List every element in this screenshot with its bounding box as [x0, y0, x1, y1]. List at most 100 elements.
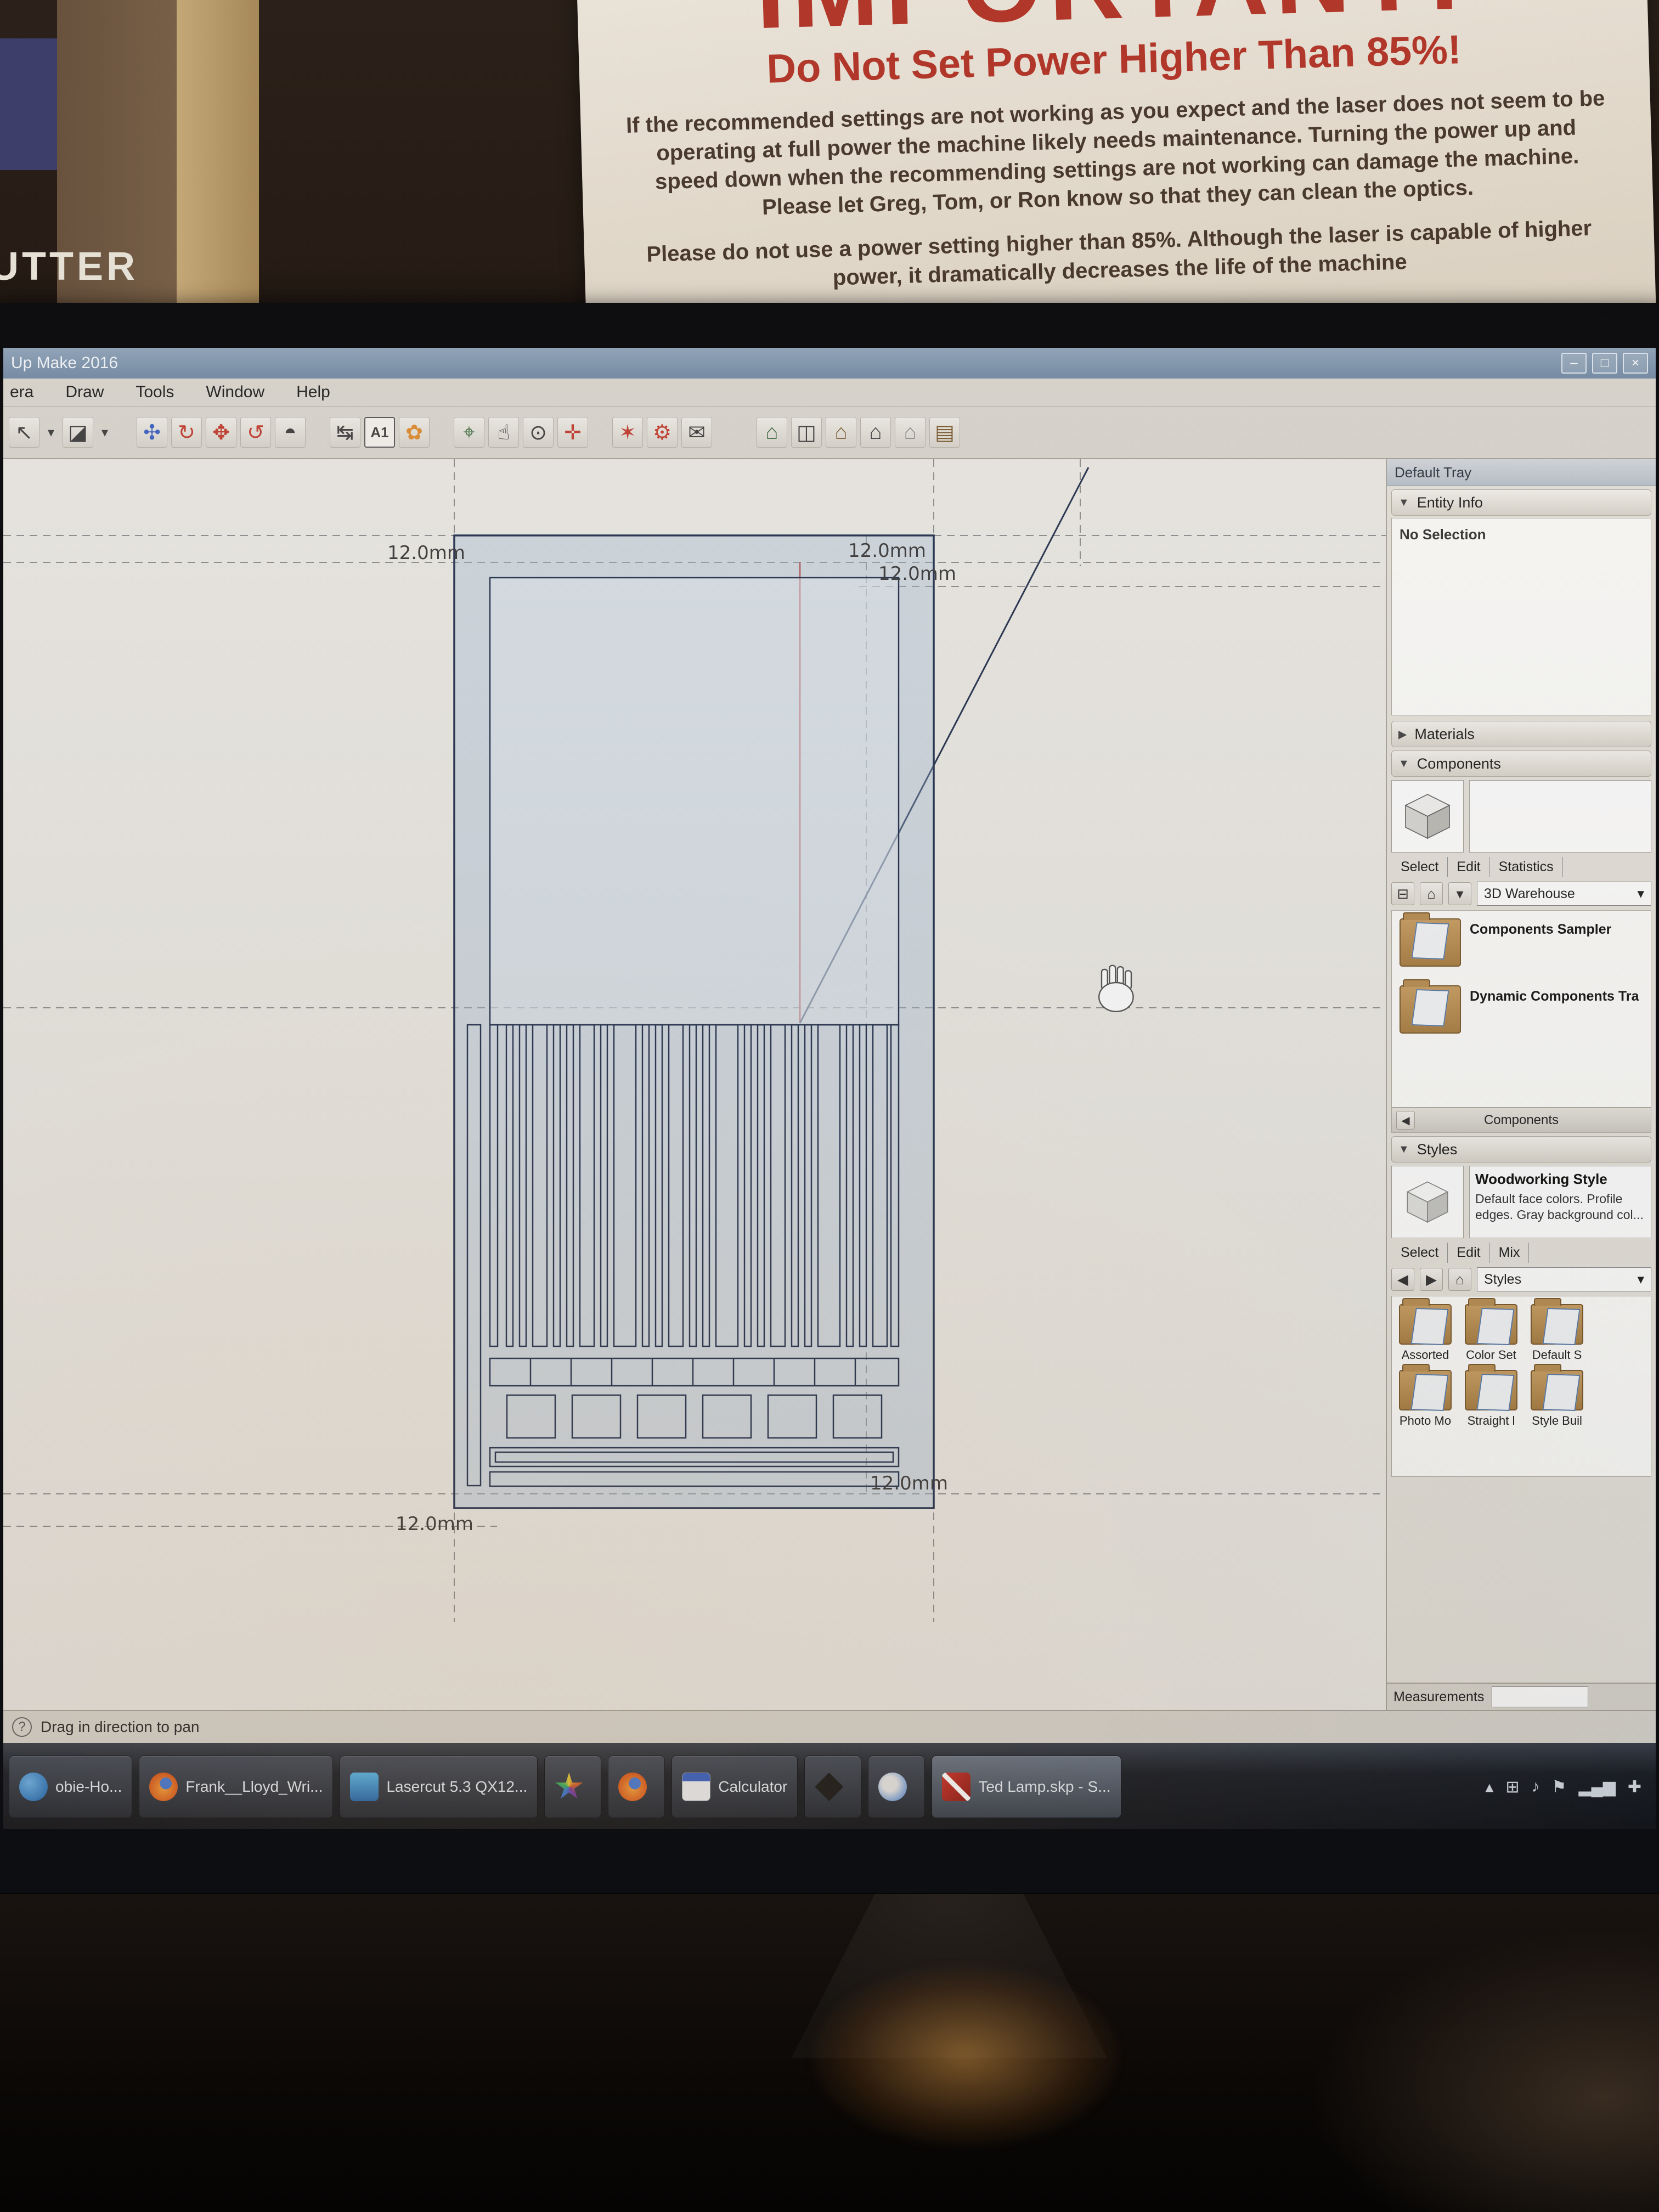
taskbar-button-star-app[interactable] [544, 1756, 601, 1818]
dimension-label[interactable]: 12.0mm [878, 563, 956, 585]
zoom-extents-icon[interactable]: ✛ [557, 417, 588, 448]
forward-arrow-icon[interactable]: ▶ [1420, 1268, 1443, 1291]
gears-icon[interactable]: ⚙ [647, 417, 678, 448]
collection-value: 3D Warehouse [1484, 886, 1575, 902]
tab-edit[interactable]: Edit [1448, 857, 1489, 877]
minimize-button[interactable]: – [1561, 353, 1587, 374]
taskbar-button-inkscape[interactable] [804, 1756, 861, 1818]
style-thumb[interactable]: Style Buil [1528, 1370, 1586, 1428]
tape-measure-icon[interactable]: ↹ [330, 417, 360, 448]
paint-fill-icon[interactable]: ◪ [63, 417, 93, 448]
pushpull-tool-icon[interactable]: ◓ [275, 417, 306, 448]
menu-tools[interactable]: Tools [136, 383, 174, 402]
style-thumb[interactable]: Color Set [1462, 1304, 1520, 1362]
style-thumb[interactable]: Photo Mo [1396, 1370, 1454, 1428]
select-tool-icon[interactable]: ↖ [9, 417, 40, 448]
house-outline-icon[interactable]: ⌂ [895, 417, 926, 448]
home-icon[interactable]: ⌂ [826, 417, 856, 448]
camera-star-icon[interactable]: ✶ [612, 417, 643, 448]
section-entity-info[interactable]: ▼ Entity Info [1391, 489, 1651, 516]
tab-edit[interactable]: Edit [1448, 1243, 1489, 1263]
tab-select[interactable]: Select [1391, 857, 1448, 877]
taskbar-button-sketchup[interactable]: Ted Lamp.skp - S... [932, 1756, 1121, 1818]
text-tool-icon[interactable]: A1 [364, 417, 395, 448]
flag-icon[interactable]: ⚑ [1552, 1778, 1567, 1797]
back-arrow-icon[interactable]: ◀ [1396, 1111, 1415, 1130]
move-tool-icon[interactable]: ✥ [206, 417, 236, 448]
section-components[interactable]: ▼ Components [1391, 751, 1651, 777]
back-arrow-icon[interactable]: ◀ [1391, 1268, 1414, 1291]
lamp-panel-design[interactable] [454, 535, 934, 1508]
dimension-label[interactable]: 12.0mm [870, 1472, 948, 1494]
zoom-tool-icon[interactable]: ⊙ [523, 417, 554, 448]
menu-draw[interactable]: Draw [65, 383, 104, 402]
component-box-icon[interactable]: ◫ [791, 417, 822, 448]
taskbar-button-lasercut[interactable]: Lasercut 5.3 QX12... [340, 1756, 538, 1818]
styles-collection-dropdown[interactable]: Styles ▾ [1477, 1267, 1651, 1291]
tab-mix[interactable]: Mix [1490, 1243, 1530, 1263]
paint-caret-icon[interactable]: ▾ [97, 417, 112, 448]
entity-info-body: No Selection [1391, 518, 1651, 715]
list-item[interactable]: Components Sampler [1400, 918, 1643, 967]
list-item[interactable]: Dynamic Components Tra [1400, 985, 1643, 1034]
toolbox-icon[interactable]: ▤ [929, 417, 960, 448]
taskbar-button-paint-app[interactable] [868, 1756, 925, 1818]
volume-icon[interactable]: ♪ [1532, 1778, 1540, 1796]
dimension-label[interactable]: 12.0mm [848, 540, 926, 562]
window-titlebar[interactable]: Up Make 2016 – □ × [3, 348, 1656, 379]
pan-tool-icon[interactable]: ☝ [488, 417, 519, 448]
taskbar-button-label: Lasercut 5.3 QX12... [386, 1778, 527, 1796]
style-description: Default face colors. Profile edges. Gray… [1475, 1191, 1645, 1223]
menu-window[interactable]: Window [206, 383, 264, 402]
tab-statistics[interactable]: Statistics [1490, 857, 1563, 877]
section-styles[interactable]: ▼ Styles [1391, 1136, 1651, 1163]
followme-tool-icon[interactable]: ✣ [137, 417, 167, 448]
components-footer[interactable]: ◀ Components [1391, 1108, 1651, 1133]
calculator-icon [682, 1773, 710, 1801]
components-collection-dropdown[interactable]: 3D Warehouse ▾ [1477, 882, 1651, 906]
taskbar-button-firefox-frank[interactable]: Frank__Lloyd_Wri... [139, 1756, 333, 1818]
orbit-tool-icon[interactable]: ↺ [240, 417, 271, 448]
in-model-home-icon[interactable]: ⌂ [1420, 882, 1443, 905]
taskbar-button-firefox[interactable] [608, 1756, 665, 1818]
menu-camera[interactable]: era [10, 383, 33, 402]
dimension-label[interactable]: 12.0mm [396, 1513, 473, 1535]
details-view-icon[interactable]: ⊟ [1391, 882, 1414, 905]
rotate-tool-icon[interactable]: ↻ [171, 417, 202, 448]
upload-model-icon[interactable]: ⌂ [860, 417, 891, 448]
in-model-home-icon[interactable]: ⌂ [1448, 1268, 1471, 1291]
style-thumb[interactable]: Straight l [1462, 1370, 1520, 1428]
modeling-canvas[interactable]: 12.0mm 12.0mm 12.0mm 12.0mm 12.0mm [3, 459, 1386, 1710]
maximize-button[interactable]: □ [1592, 353, 1617, 374]
menu-help[interactable]: Help [296, 383, 330, 402]
drawing-canvas[interactable]: 12.0mm 12.0mm 12.0mm 12.0mm 12.0mm [3, 459, 1386, 1710]
action-center-icon[interactable]: ✚ [1628, 1778, 1641, 1797]
default-tray-panel: Default Tray ▼ Entity Info No Selection … [1386, 459, 1656, 1710]
hidden-icons-icon[interactable]: ▴ [1485, 1778, 1493, 1797]
help-icon[interactable]: ? [12, 1717, 32, 1737]
get-models-icon[interactable]: ⌂ [757, 417, 787, 448]
paint-bucket-icon[interactable]: ✿ [399, 417, 430, 448]
style-thumb[interactable]: Assorted [1396, 1304, 1454, 1362]
section-materials[interactable]: ▶ Materials [1391, 721, 1651, 747]
style-preview[interactable] [1391, 1166, 1464, 1238]
desk-area [0, 1894, 1659, 2212]
component-description-box[interactable] [1469, 780, 1651, 853]
styles-label: Styles [1417, 1141, 1458, 1158]
position-camera-icon[interactable]: ⌖ [454, 417, 484, 448]
network-icon[interactable]: ▂▄▆ [1578, 1778, 1615, 1797]
close-button[interactable]: × [1623, 353, 1648, 374]
select-caret-icon[interactable]: ▾ [43, 417, 59, 448]
mail-icon[interactable]: ✉ [681, 417, 712, 448]
styles-tabs: Select Edit Mix [1391, 1243, 1651, 1263]
taskbar-button-obie[interactable]: obie-Ho... [9, 1756, 132, 1818]
tab-select[interactable]: Select [1391, 1243, 1448, 1263]
display-icon[interactable]: ⊞ [1505, 1778, 1519, 1797]
dimension-label[interactable]: 12.0mm [387, 542, 465, 564]
nav-caret-icon[interactable]: ▾ [1448, 882, 1471, 905]
component-preview[interactable] [1391, 780, 1464, 853]
taskbar-button-calculator[interactable]: Calculator [672, 1756, 798, 1818]
measurements-input[interactable] [1492, 1686, 1588, 1707]
style-thumb[interactable]: Default S [1528, 1304, 1586, 1362]
tray-title[interactable]: Default Tray [1387, 459, 1656, 486]
